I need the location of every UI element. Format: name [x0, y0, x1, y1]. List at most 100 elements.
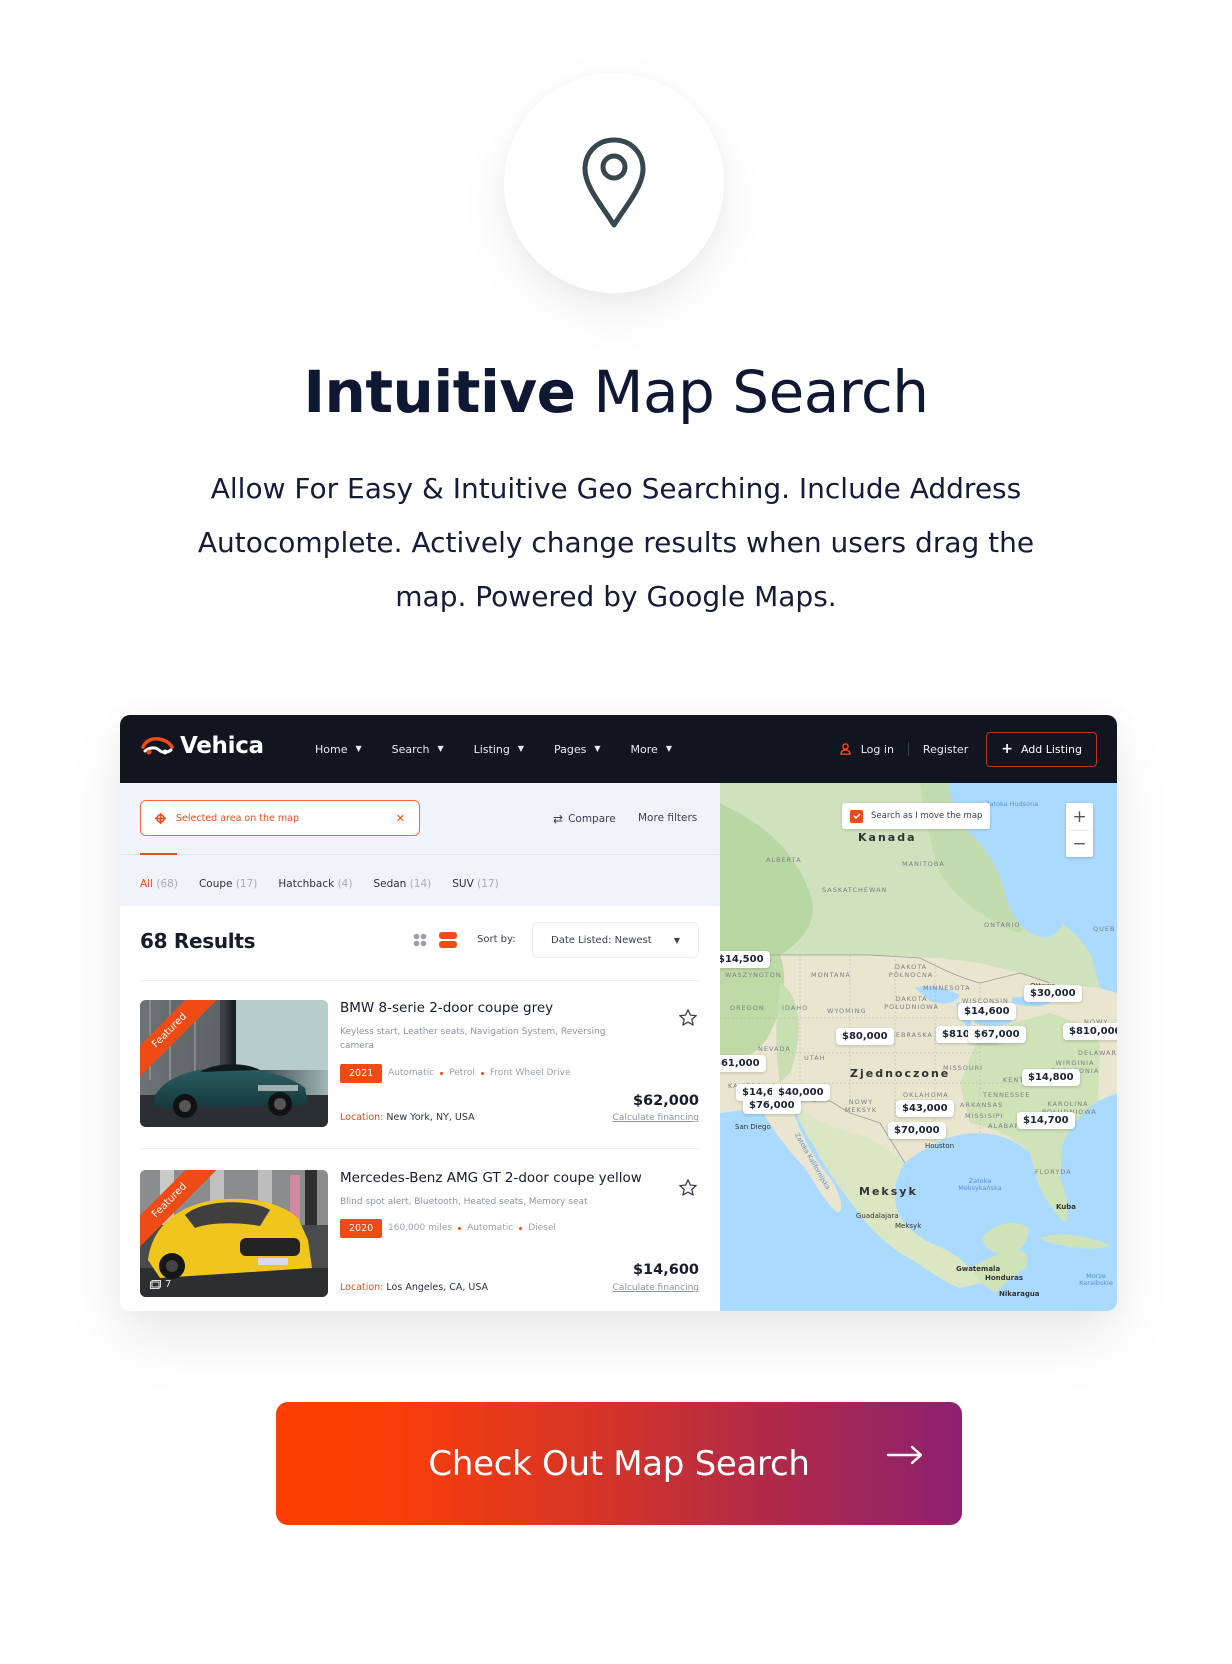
dot-separator [440, 1071, 444, 1075]
map-price-marker[interactable]: $43,000 [896, 1100, 954, 1117]
selected-area-filter[interactable]: Selected area on the map ✕ [140, 800, 420, 836]
map-price-marker[interactable]: $14,600 [958, 1003, 1016, 1020]
tab-all[interactable]: All (68) [140, 878, 178, 890]
calculate-financing-link[interactable]: Calculate financing [613, 1283, 699, 1293]
usa-line-2: Zjednoczone [850, 1067, 951, 1080]
listing-photo[interactable]: Featured [140, 1000, 328, 1127]
sort-dropdown[interactable]: Date Listed: Newest ▼ [532, 922, 699, 958]
map-price-marker[interactable]: $810,000 [1063, 1023, 1117, 1040]
nav-listing[interactable]: Listing ▼ [474, 743, 524, 756]
dot-separator [458, 1226, 462, 1230]
year-badge: 2020 [340, 1219, 383, 1238]
listing-card[interactable]: Featured BMW 8-serie 2-door coupe grey K… [140, 1000, 699, 1128]
map-price-marker[interactable]: $61,000 [720, 1055, 766, 1072]
map-label-state: ARKANSAS [960, 1101, 1004, 1109]
zoom-in-button[interactable]: + [1066, 803, 1093, 830]
results-count: 68 Results [140, 929, 256, 953]
zoom-out-button[interactable]: − [1066, 830, 1093, 857]
map-label-state: UTAH [804, 1054, 826, 1062]
category-tabs: All (68) Coupe (17) Hatchback (4) Sedan … [140, 878, 499, 890]
brand-logo[interactable]: Vehica [140, 733, 264, 759]
year-badge: 2021 [340, 1064, 383, 1083]
list-view-icon[interactable] [439, 932, 457, 948]
map-price-marker[interactable]: $70,000 [888, 1122, 946, 1139]
listing-card[interactable]: Featured 7 Mercedes-Benz AMG GT 2-door c… [140, 1170, 699, 1298]
map-price-marker[interactable]: $30,000 [1024, 985, 1082, 1002]
map-label-country: Meksyk [859, 1185, 918, 1198]
map-price-marker[interactable]: $80,000 [836, 1028, 894, 1045]
map-label-state: OKLAHOMA [903, 1091, 949, 1099]
nav-more[interactable]: More ▼ [631, 743, 672, 756]
compare-button[interactable]: ⇄ Compare [553, 812, 616, 826]
check-out-map-search-button[interactable]: Check Out Map Search [276, 1402, 962, 1525]
title-bold: Intuitive [303, 358, 576, 426]
map-label-city: Gwatemala [956, 1265, 1001, 1273]
location-value: Los Angeles, CA, USA [386, 1282, 489, 1293]
grid-view-icon[interactable] [413, 933, 427, 947]
listing-location: Location: Los Angeles, CA, USA [340, 1282, 488, 1293]
map-label-city: San Diego [735, 1123, 771, 1131]
listing-title[interactable]: Mercedes-Benz AMG GT 2-door coupe yellow [340, 1170, 642, 1186]
listing-features: Blind spot alert, Bluetooth, Heated seat… [340, 1197, 588, 1207]
map-label-state: MONTANA [811, 971, 851, 979]
crosshair-icon [155, 812, 166, 824]
divider [140, 1148, 699, 1149]
register-link[interactable]: Register [923, 743, 968, 756]
map-label-water: Morze Karaibskie [1079, 1272, 1113, 1287]
star-icon[interactable] [678, 1178, 698, 1198]
map-label-state: WASZYNGTON [725, 971, 782, 979]
listing-title[interactable]: BMW 8-serie 2-door coupe grey [340, 1000, 553, 1016]
listing-specs: 160,000 miles Automatic Diesel [388, 1223, 556, 1233]
tab-hatchback[interactable]: Hatchback (4) [278, 878, 352, 890]
map-label-state: MISSISIPI [965, 1112, 1004, 1120]
search-as-move-toggle[interactable]: Search as I move the map [842, 803, 991, 829]
login-link[interactable]: Log in [840, 743, 894, 756]
car-logo-icon [141, 737, 174, 755]
map-price-marker[interactable]: $76,000 [743, 1097, 801, 1114]
location-label: Location: [340, 1282, 384, 1293]
add-listing-button[interactable]: + Add Listing [986, 731, 1097, 767]
map[interactable]: Kanada Zatoka Hudsona ALBERTA MANITOBA S… [720, 783, 1117, 1311]
tab-suv[interactable]: SUV (17) [452, 878, 498, 890]
calculate-financing-link[interactable]: Calculate financing [613, 1113, 699, 1123]
dot-separator [519, 1226, 523, 1230]
star-icon[interactable] [678, 1008, 698, 1028]
compare-label: Compare [568, 813, 616, 825]
tab-label: Hatchback [278, 878, 335, 890]
map-price-marker[interactable]: $14,800 [1022, 1069, 1080, 1086]
tab-coupe[interactable]: Coupe (17) [199, 878, 257, 890]
map-label-state: NEVADA [758, 1045, 791, 1053]
chevron-down-icon: ▼ [594, 743, 601, 753]
nav-pages[interactable]: Pages ▼ [554, 743, 601, 756]
sort-label: Sort by: [477, 934, 516, 945]
map-price-marker[interactable]: $67,000 [968, 1026, 1026, 1043]
map-label-water: Zatoka Meksykańska [958, 1177, 1002, 1192]
app-screenshot: Vehica Home ▼ Search ▼ Listing ▼ Pages ▼ Mor… [120, 715, 1117, 1311]
arrow-right-icon [886, 1445, 923, 1465]
page-description: Allow For Easy & Intuitive Geo Searching… [197, 472, 1035, 613]
nav-home[interactable]: Home ▼ [315, 743, 362, 756]
spec: Diesel [528, 1223, 556, 1233]
cta-label: Check Out Map Search [428, 1443, 810, 1484]
selected-area-label: Selected area on the map [176, 812, 299, 824]
map-label-state: MINNESOTA [923, 984, 971, 992]
map-label-region: QUEB [1093, 925, 1116, 933]
close-icon[interactable]: ✕ [396, 812, 405, 825]
map-label-region: SASKATCHEWAN [822, 886, 888, 894]
navbar: Vehica Home ▼ Search ▼ Listing ▼ Pages ▼ Mor… [120, 715, 1117, 783]
photos-icon [150, 1280, 161, 1289]
map-label-state: DAKOTA PÓŁNOCNA [888, 963, 934, 979]
map-price-marker[interactable]: $14,700 [1017, 1112, 1075, 1129]
listing-photo[interactable]: Featured 7 [140, 1170, 328, 1297]
checkbox-checked[interactable] [850, 809, 863, 823]
more-filters-button[interactable]: More filters [638, 812, 697, 824]
tab-sedan[interactable]: Sedan (14) [373, 878, 431, 890]
map-label-state: NOWY MEKSYK [844, 1098, 878, 1114]
nav-label: Pages [554, 742, 587, 756]
map-price-marker[interactable]: $14,500 [720, 951, 770, 968]
tab-count: (14) [409, 878, 432, 890]
nav-search[interactable]: Search ▼ [392, 743, 444, 756]
map-label-city: Houston [925, 1142, 955, 1150]
map-label-region: ONTARIO [984, 921, 1021, 929]
login-label: Log in [860, 742, 894, 756]
